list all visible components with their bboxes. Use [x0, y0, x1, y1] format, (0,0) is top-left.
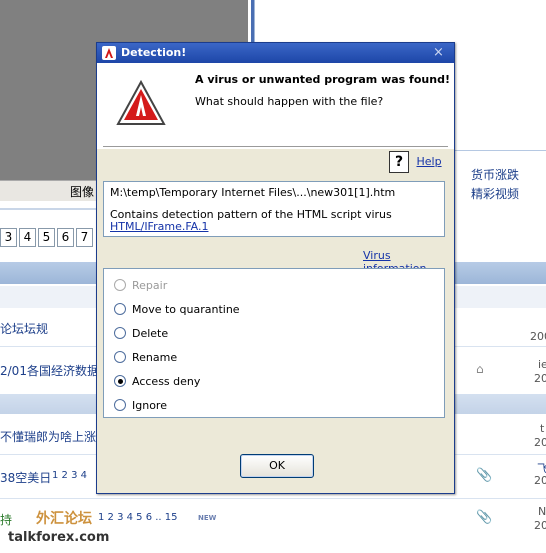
radio-move-to-quarantine[interactable] — [114, 303, 126, 315]
page-link[interactable]: 5 — [38, 228, 55, 247]
thread-date: 200 — [530, 330, 546, 343]
detection-info-box: M:\temp\Temporary Internet Files\...\new… — [103, 181, 445, 237]
page-link[interactable]: 4 — [19, 228, 36, 247]
option-label: Repair — [132, 278, 168, 292]
option-label: Rename — [132, 350, 178, 364]
image-caption: 图像 — [70, 185, 95, 199]
link-currency[interactable]: 货币涨跌 — [471, 166, 519, 183]
file-path: M:\temp\Temporary Internet Files\...\new… — [110, 186, 396, 199]
option-label: Delete — [132, 326, 169, 340]
divider — [0, 498, 546, 499]
dialog-title: Detection! — [121, 46, 187, 59]
option-label: Access deny — [132, 374, 201, 388]
divider — [453, 346, 546, 347]
thread-title[interactable]: 2/01各国经济数据( — [0, 362, 104, 379]
virus-name-link[interactable]: HTML/IFrame.FA.1 — [110, 220, 208, 233]
attachment-icon: 📎 — [476, 468, 493, 483]
close-button[interactable]: × — [433, 45, 444, 60]
radio-access-deny[interactable] — [114, 375, 126, 387]
radio-ignore[interactable] — [114, 399, 126, 411]
page-link[interactable]: 7 — [76, 228, 93, 247]
home-icon: ⌂ — [476, 362, 484, 376]
column-row-left — [0, 286, 96, 308]
option-ignore[interactable]: Ignore — [114, 395, 167, 415]
thread-date: 20 — [534, 519, 546, 532]
title-bar[interactable]: Detection! × — [97, 43, 454, 63]
pager: 3 4 5 6 7 — [0, 228, 95, 247]
new-badge: NEW — [198, 514, 217, 522]
thread-pages[interactable]: 1 2 3 4 5 6 .. 15 — [98, 512, 178, 523]
link-videos[interactable]: 精彩视频 — [471, 185, 519, 202]
thread-date: 20 — [534, 436, 546, 449]
thread-title[interactable]: 持 — [0, 511, 12, 528]
section-bar-right — [453, 394, 546, 414]
option-label: Ignore — [132, 398, 167, 412]
option-label: Move to quarantine — [132, 302, 240, 316]
header-bar-right — [453, 262, 546, 284]
site-watermark-url: talkforex.com — [8, 530, 110, 545]
thread-title[interactable]: 不懂瑞郎为啥上涨 — [0, 428, 96, 445]
attachment-icon: 📎 — [476, 510, 493, 525]
option-rename[interactable]: Rename — [114, 347, 177, 367]
section-bar-left — [0, 394, 96, 414]
thread-title[interactable]: 论坛坛规 — [0, 320, 48, 337]
alert-question: What should happen with the file? — [195, 95, 384, 108]
action-options: Repair Move to quarantine Delete Rename … — [103, 268, 445, 418]
thread-author: t — [540, 422, 545, 435]
alert-heading: A virus or unwanted program was found! — [195, 73, 450, 86]
help-label[interactable]: Help — [417, 155, 442, 168]
thread-date: 20 — [534, 474, 546, 487]
ok-button[interactable]: OK — [240, 454, 314, 478]
antivirus-logo-icon — [102, 46, 116, 60]
site-watermark: 外汇论坛 — [36, 511, 92, 527]
radio-rename[interactable] — [114, 351, 126, 363]
divider — [453, 454, 546, 455]
radio-repair[interactable] — [114, 279, 126, 291]
thread-title[interactable]: 38空美日 — [0, 469, 51, 486]
thread-date: 20 — [534, 372, 546, 385]
help-link[interactable]: ? Help — [389, 151, 442, 173]
option-move-to-quarantine[interactable]: Move to quarantine — [114, 299, 240, 319]
thread-author: ie — [538, 358, 546, 371]
option-repair[interactable]: Repair — [114, 275, 167, 295]
option-access-deny[interactable]: Access deny — [114, 371, 200, 391]
option-delete[interactable]: Delete — [114, 323, 168, 343]
warning-icon — [115, 79, 167, 130]
header-bar-left — [0, 262, 96, 284]
divider — [0, 208, 96, 210]
page-link[interactable]: 3 — [0, 228, 17, 247]
divider — [0, 346, 96, 347]
page-link[interactable]: 6 — [57, 228, 74, 247]
detection-dialog: Detection! × A virus or unwanted program… — [96, 42, 455, 494]
thread-author: N — [538, 505, 546, 518]
column-row-right — [453, 286, 546, 308]
help-icon[interactable]: ? — [389, 151, 409, 173]
radio-delete[interactable] — [114, 327, 126, 339]
thread-pages[interactable]: 1 2 3 4 — [52, 470, 87, 481]
divider — [0, 454, 96, 455]
divider — [103, 146, 448, 147]
